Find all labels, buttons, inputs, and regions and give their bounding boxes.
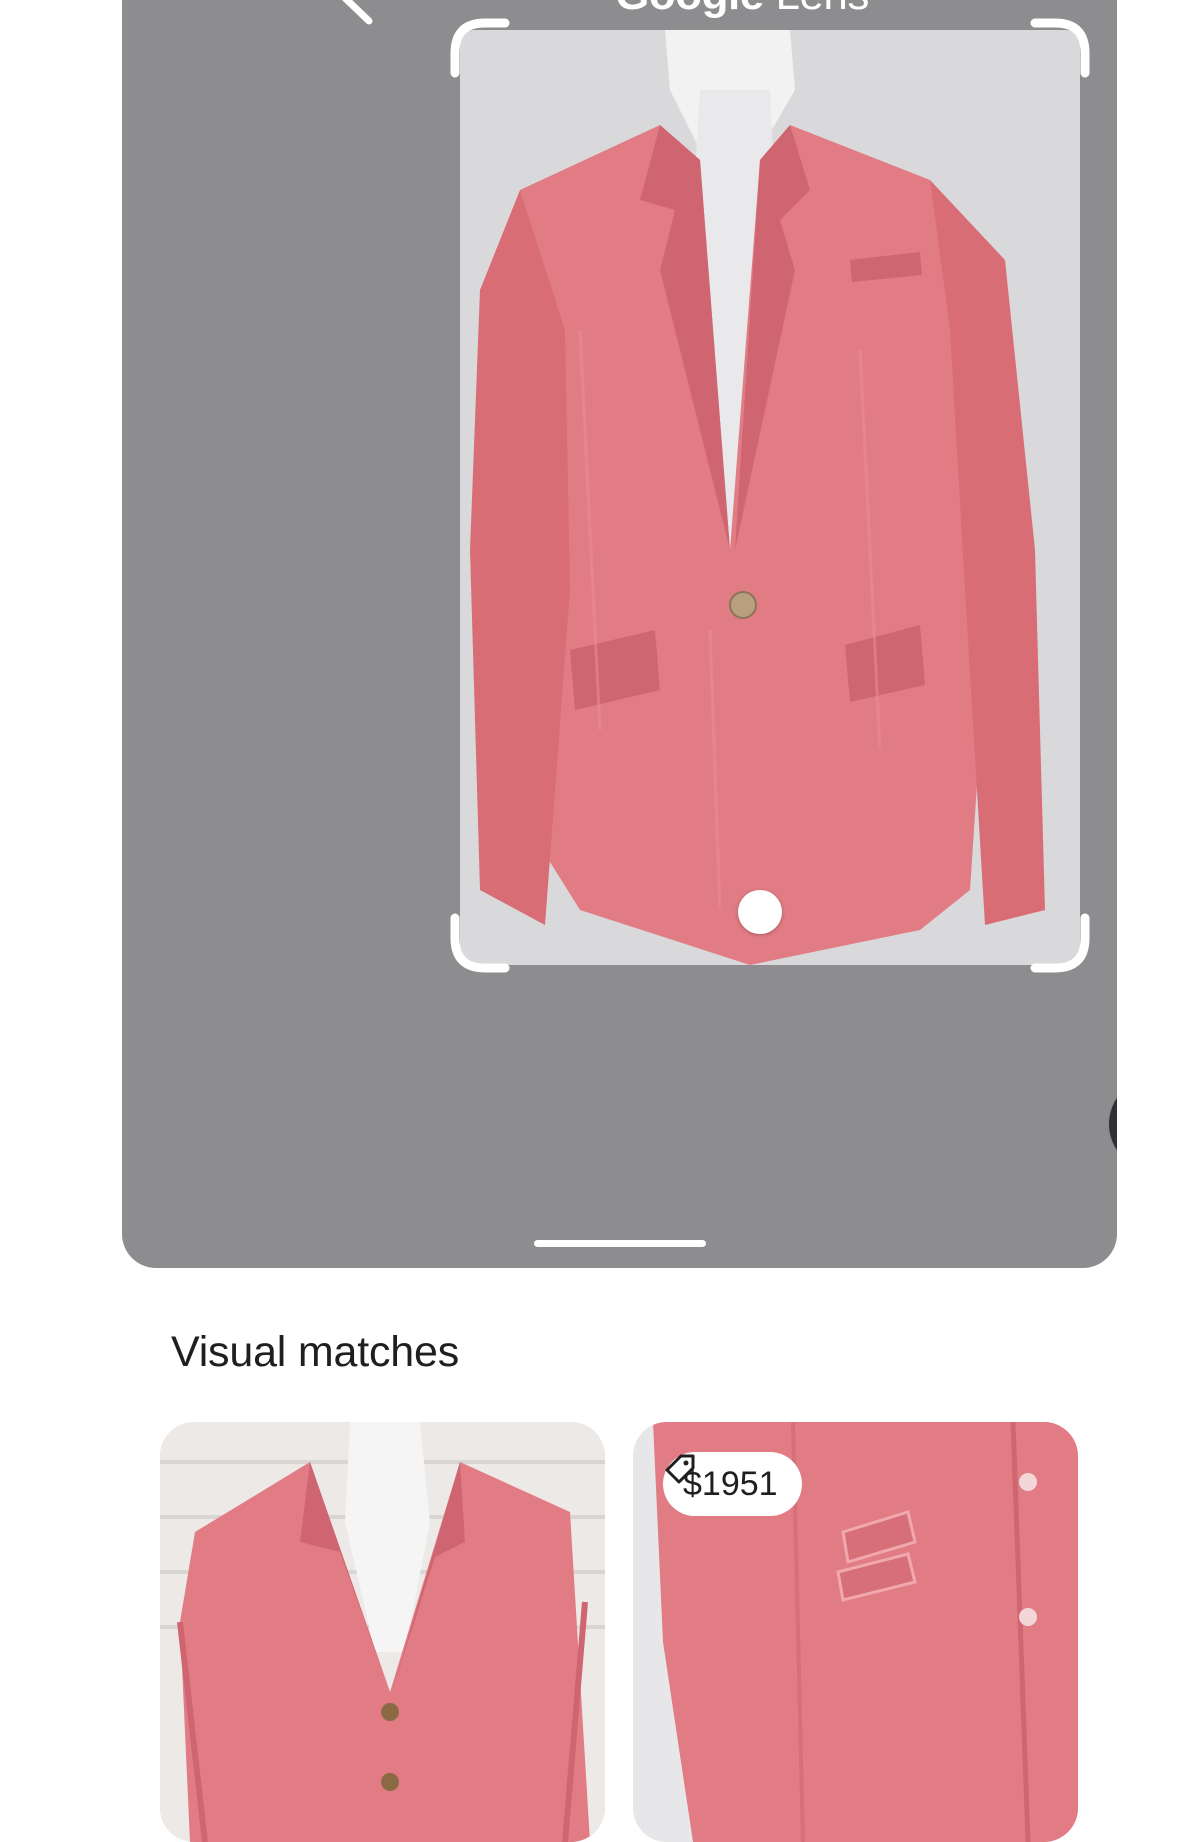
crop-resize-handle[interactable] bbox=[738, 890, 782, 934]
sheet-drag-handle[interactable] bbox=[534, 1240, 706, 1247]
title-brand: Google bbox=[615, 0, 764, 19]
price-text: $1951 bbox=[683, 1464, 778, 1503]
visual-match-card[interactable]: $1951 bbox=[633, 1422, 1078, 1842]
result-thumbnail bbox=[160, 1422, 605, 1842]
visual-matches-heading: Visual matches bbox=[171, 1328, 459, 1376]
image-viewer: Google Lens bbox=[122, 0, 1117, 1268]
price-tag-icon bbox=[665, 1454, 695, 1484]
selected-photo bbox=[460, 30, 1080, 965]
price-badge[interactable]: $1951 bbox=[663, 1452, 802, 1516]
app-title: Google Lens bbox=[122, 0, 1117, 20]
search-image-button[interactable] bbox=[1107, 1075, 1117, 1173]
title-product: Lens bbox=[775, 0, 869, 19]
visual-match-card[interactable] bbox=[160, 1422, 605, 1842]
